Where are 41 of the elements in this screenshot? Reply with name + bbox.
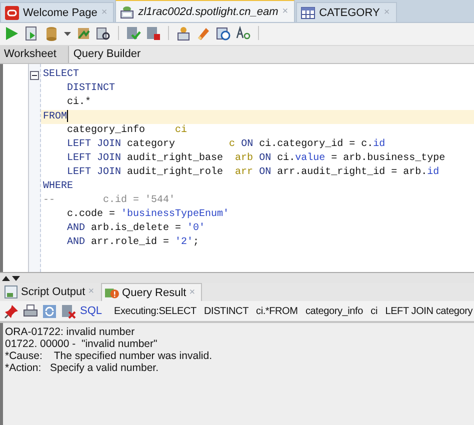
code-line: LEFT JOIN audit_right_role arr ON arr.audit_right_id = arb.id [66,166,440,180]
code-line: -- c.id = '544' [42,194,176,208]
logo-icon [5,6,19,20]
sql-link[interactable]: SQL [80,305,102,317]
page-icon [4,284,18,298]
code-line: SELECT [42,68,80,82]
script-icon[interactable] [24,26,39,40]
code-line: WHERE [42,180,74,194]
code-line: LEFT JOIN category c ON ci.category_id = c.id [66,138,386,152]
commit-icon[interactable] [126,26,141,40]
code-line: LEFT JOIN audit_right_base arb ON ci.value = arb.business_type [66,152,446,166]
collapse-icon[interactable] [30,70,39,80]
editor-tab[interactable]: Query Builder [69,46,153,63]
document-tab[interactable]: Welcome Page × [0,2,114,22]
delete-icon[interactable] [61,304,76,318]
error-message: *Action: Specify a valid number. [5,362,160,374]
editor-tab[interactable]: Worksheet [0,46,70,63]
output-tab[interactable]: Script Output × [0,282,102,301]
code-line: DISTINCT [66,82,116,96]
code-line: AND arb.is_delete = '0' [66,222,206,236]
error-message: ORA-01722: invalid number [5,326,136,338]
code-line: AND arr.role_id = '2'; [66,236,200,250]
pin-icon[interactable] [4,304,19,318]
code-line: c.code = 'businessTypeEnum' [66,208,230,222]
search-icon[interactable] [96,26,111,40]
rollback-icon[interactable] [146,26,161,40]
play-icon[interactable] [4,26,19,40]
splitter-arrows-icon[interactable] [2,275,20,281]
text-case-icon[interactable] [236,26,251,40]
grid-icon [301,6,316,20]
code-line: ci.* [66,96,92,110]
error-message: *Cause: The specified number was invalid. [5,350,213,362]
eraser-icon[interactable] [196,26,211,40]
status-text: Executing:SELECT DISTINCT ci.*FROM category_info ci LEFT JOIN category [114,306,473,316]
error-icon [105,286,120,300]
printer-icon[interactable] [23,304,38,318]
error-message: 01722. 00000 - "invalid number" [5,338,158,350]
code-line: category_info ci [66,124,188,138]
document-tab[interactable]: CATEGORY × [296,2,397,22]
document-tab[interactable]: zl1rac002d.spotlight.cn_eam × [115,0,296,22]
output-tab[interactable]: Query Result × [101,283,202,301]
